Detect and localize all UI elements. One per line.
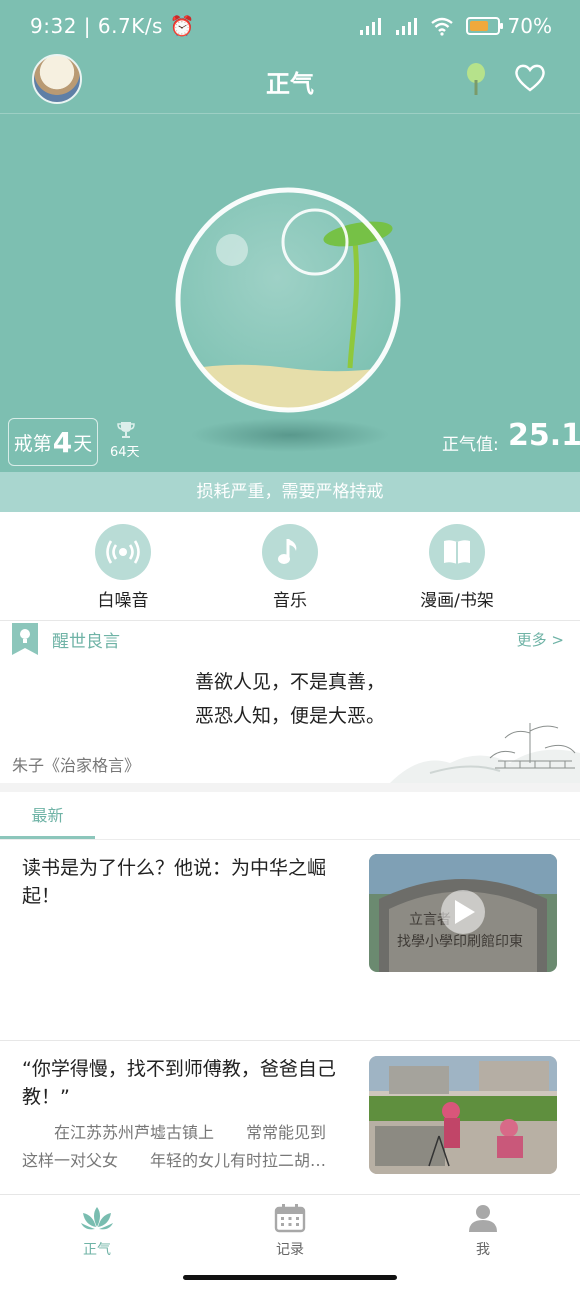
news-title: 读书是为了什么？他说：为中华之崛起！ — [22, 857, 327, 907]
best-record-days: 64天 — [110, 445, 140, 460]
music-button[interactable]: 音乐 — [220, 524, 360, 611]
nav-zhengqi-label: 正气 — [83, 1242, 111, 1258]
news-item[interactable]: “你学得慢，找不到师傅教，爸爸自己教！” 在江苏苏州芦墟古镇上 常常能见到 这样… — [0, 1041, 580, 1191]
tree-icon[interactable] — [465, 62, 487, 96]
section-gap — [0, 783, 580, 792]
signal-icon — [359, 18, 381, 35]
status-time: 9:32 — [30, 14, 77, 38]
news-summary: 在江苏苏州芦墟古镇上 常常能见到 这样一对父女 年轻的女儿有时拉二胡… — [22, 1123, 327, 1170]
broadcast-icon — [95, 524, 151, 580]
sprout-bubble-illustration[interactable] — [170, 182, 406, 418]
white-noise-label: 白噪音 — [97, 591, 149, 611]
nav-me-label: 我 — [476, 1242, 490, 1258]
news-title: “你学得慢，找不到师傅教，爸爸自己教！” — [22, 1058, 336, 1108]
battery-icon — [465, 17, 503, 35]
status-warning-banner: 损耗严重，需要严格持戒 — [0, 472, 580, 512]
network-speed: 6.7K/s — [97, 14, 163, 38]
zhengqi-value: 25.1 — [508, 418, 580, 453]
quick-actions: 白噪音 音乐 漫画/书架 — [0, 512, 580, 620]
nav-me[interactable]: 我 — [423, 1203, 543, 1259]
signal-icon-2 — [395, 18, 417, 35]
status-right: 70% — [358, 14, 552, 38]
bookmark-icon — [12, 623, 38, 655]
comics-bookshelf-button[interactable]: 漫画/书架 — [387, 524, 527, 611]
quote-more-link[interactable]: 更多 > — [517, 629, 564, 650]
trophy-icon[interactable] — [116, 420, 136, 440]
bubble-shadow — [190, 418, 390, 452]
music-label: 音乐 — [273, 591, 307, 611]
quote-author: 朱子《治家格言》 — [12, 756, 141, 775]
news-item[interactable]: 读书是为了什么？他说：为中华之崛起！ 立言者 找學小學印刷館印東 — [0, 840, 580, 1040]
alarm-icon: ⏰ — [169, 14, 196, 38]
page-title: 正气 — [266, 70, 314, 98]
nav-records[interactable]: 记录 — [230, 1203, 350, 1259]
days-count: 4 — [52, 425, 73, 459]
comics-bookshelf-label: 漫画/书架 — [420, 591, 494, 611]
tab-latest[interactable]: 最新 — [0, 795, 95, 839]
appbar-divider — [0, 113, 580, 114]
quote-section-title: 醒世良言 — [52, 632, 120, 652]
status-left: 9:32 | 6.7K/s ⏰ — [30, 14, 196, 38]
quote-card[interactable]: 醒世良言 更多 > 善欲人见，不是真善， 恶恐人知，便是大恶。 朱子《治家格言》 — [0, 621, 580, 783]
lotus-icon — [81, 1207, 113, 1230]
battery-percent: 70% — [507, 14, 552, 38]
white-noise-button[interactable]: 白噪音 — [53, 524, 193, 611]
book-icon — [429, 524, 485, 580]
calendar-icon — [274, 1204, 306, 1233]
quote-line-1: 善欲人见，不是真善， — [194, 671, 385, 693]
days-suffix: 天 — [73, 432, 93, 455]
zhengqi-label: 正气值: — [442, 435, 499, 455]
svg-text:找學小學印刷館印東: 找學小學印刷館印東 — [397, 933, 523, 950]
wifi-icon — [430, 17, 453, 36]
landscape-sketch-illustration — [390, 723, 580, 783]
home-indicator[interactable] — [183, 1275, 397, 1280]
heart-icon[interactable] — [514, 63, 546, 93]
abstinence-days-badge[interactable]: 戒第 4 天 — [8, 418, 98, 466]
nav-records-label: 记录 — [276, 1242, 304, 1258]
days-prefix: 戒第 — [13, 432, 52, 455]
nav-zhengqi[interactable]: 正气 — [37, 1203, 157, 1259]
news-thumbnail-image[interactable] — [369, 1056, 557, 1174]
person-icon — [469, 1205, 497, 1232]
news-thumbnail-video[interactable]: 立言者 找學小學印刷館印東 — [369, 854, 557, 972]
status-bar: 9:32 | 6.7K/s ⏰ 70% — [0, 0, 580, 56]
music-note-icon — [262, 524, 318, 580]
